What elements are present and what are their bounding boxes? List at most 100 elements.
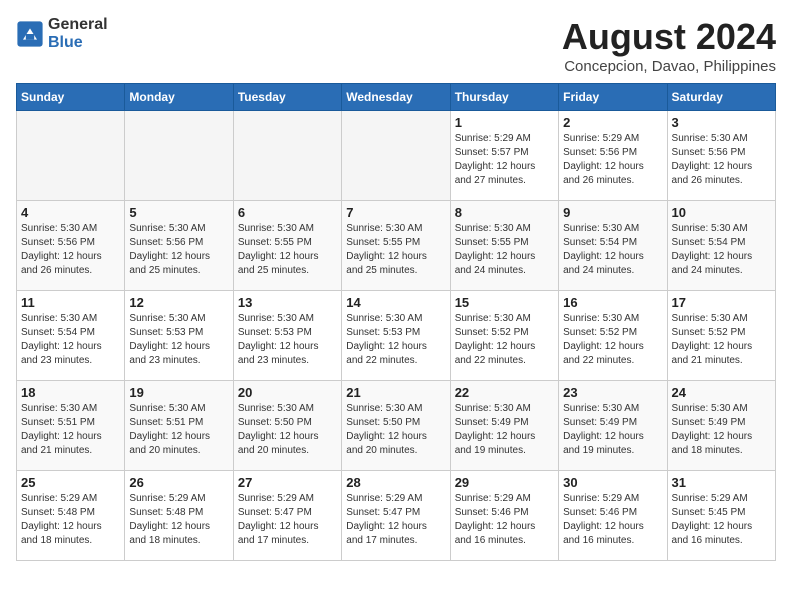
calendar-cell [342,111,450,201]
calendar-cell: 26 Sunrise: 5:29 AM Sunset: 5:48 PM Dayli… [125,471,233,561]
day-number: 11 [21,295,120,310]
header-row: SundayMondayTuesdayWednesdayThursdayFrid… [17,84,776,111]
day-number: 31 [672,475,771,490]
calendar-cell: 4 Sunrise: 5:30 AM Sunset: 5:56 PM Daylig… [17,201,125,291]
calendar-cell: 20 Sunrise: 5:30 AM Sunset: 5:50 PM Dayli… [233,381,341,471]
day-number: 28 [346,475,445,490]
day-number: 7 [346,205,445,220]
calendar-cell: 17 Sunrise: 5:30 AM Sunset: 5:52 PM Dayli… [667,291,775,381]
day-info: Sunrise: 5:30 AM Sunset: 5:51 PM Dayligh… [129,402,228,458]
calendar-cell: 1Sunrise: 5:29 AM Sunset: 5:57 PM Daylig… [450,111,558,201]
day-info: Sunrise: 5:29 AM Sunset: 5:46 PM Dayligh… [455,492,554,548]
calendar-cell: 24Sunrise: 5:30 AM Sunset: 5:49 PM Dayli… [667,381,775,471]
day-info: Sunrise: 5:30 AM Sunset: 5:52 PM Dayligh… [672,312,771,368]
calendar-cell: 3 Sunrise: 5:30 AM Sunset: 5:56 PM Daylig… [667,111,775,201]
calendar-cell: 14Sunrise: 5:30 AM Sunset: 5:53 PM Dayli… [342,291,450,381]
day-number: 20 [238,385,337,400]
calendar-cell [17,111,125,201]
day-info: Sunrise: 5:30 AM Sunset: 5:56 PM Dayligh… [129,222,228,278]
calendar-cell: 7 Sunrise: 5:30 AM Sunset: 5:55 PM Daylig… [342,201,450,291]
logo-blue: Blue [48,34,83,51]
day-number: 25 [21,475,120,490]
day-info: Sunrise: 5:30 AM Sunset: 5:53 PM Dayligh… [238,312,337,368]
day-info: Sunrise: 5:29 AM Sunset: 5:47 PM Dayligh… [346,492,445,548]
day-info: Sunrise: 5:30 AM Sunset: 5:56 PM Dayligh… [21,222,120,278]
calendar-cell [233,111,341,201]
day-number: 18 [21,385,120,400]
day-number: 9 [563,205,662,220]
day-info: Sunrise: 5:30 AM Sunset: 5:50 PM Dayligh… [238,402,337,458]
day-number: 12 [129,295,228,310]
day-info: Sunrise: 5:30 AM Sunset: 5:54 PM Dayligh… [21,312,120,368]
day-number: 21 [346,385,445,400]
day-number: 4 [21,205,120,220]
calendar-week: 1Sunrise: 5:29 AM Sunset: 5:57 PM Daylig… [17,111,776,201]
calendar-week: 4 Sunrise: 5:30 AM Sunset: 5:56 PM Daylig… [17,201,776,291]
calendar-cell: 9 Sunrise: 5:30 AM Sunset: 5:54 PM Daylig… [559,201,667,291]
calendar-cell: 25 Sunrise: 5:29 AM Sunset: 5:48 PM Dayli… [17,471,125,561]
day-number: 17 [672,295,771,310]
day-info: Sunrise: 5:30 AM Sunset: 5:51 PM Dayligh… [21,402,120,458]
calendar-cell [125,111,233,201]
weekday-header: Friday [559,84,667,111]
calendar-cell: 5Sunrise: 5:30 AM Sunset: 5:56 PM Daylig… [125,201,233,291]
day-info: Sunrise: 5:30 AM Sunset: 5:55 PM Dayligh… [455,222,554,278]
calendar-cell: 27Sunrise: 5:29 AM Sunset: 5:47 PM Dayli… [233,471,341,561]
calendar-cell: 15Sunrise: 5:30 AM Sunset: 5:52 PM Dayli… [450,291,558,381]
calendar-cell: 28 Sunrise: 5:29 AM Sunset: 5:47 PM Dayli… [342,471,450,561]
day-number: 22 [455,385,554,400]
day-info: Sunrise: 5:30 AM Sunset: 5:49 PM Dayligh… [563,402,662,458]
calendar-cell: 29 Sunrise: 5:29 AM Sunset: 5:46 PM Dayli… [450,471,558,561]
day-number: 13 [238,295,337,310]
calendar-cell: 16 Sunrise: 5:30 AM Sunset: 5:52 PM Dayli… [559,291,667,381]
logo-icon [16,20,44,48]
logo: General Blue [16,16,108,52]
day-info: Sunrise: 5:29 AM Sunset: 5:46 PM Dayligh… [563,492,662,548]
calendar-cell: 30Sunrise: 5:29 AM Sunset: 5:46 PM Dayli… [559,471,667,561]
day-number: 29 [455,475,554,490]
calendar-cell: 12 Sunrise: 5:30 AM Sunset: 5:53 PM Dayli… [125,291,233,381]
day-info: Sunrise: 5:30 AM Sunset: 5:55 PM Dayligh… [346,222,445,278]
day-number: 10 [672,205,771,220]
calendar-cell: 13 Sunrise: 5:30 AM Sunset: 5:53 PM Dayli… [233,291,341,381]
month-title: August 2024 [562,16,776,58]
day-number: 3 [672,115,771,130]
day-number: 2 [563,115,662,130]
calendar-week: 25 Sunrise: 5:29 AM Sunset: 5:48 PM Dayli… [17,471,776,561]
day-info: Sunrise: 5:30 AM Sunset: 5:50 PM Dayligh… [346,402,445,458]
day-info: Sunrise: 5:30 AM Sunset: 5:55 PM Dayligh… [238,222,337,278]
weekday-header: Tuesday [233,84,341,111]
calendar-week: 11 Sunrise: 5:30 AM Sunset: 5:54 PM Dayli… [17,291,776,381]
calendar-body: 1Sunrise: 5:29 AM Sunset: 5:57 PM Daylig… [17,111,776,561]
logo-general: General [48,16,108,33]
calendar-header: SundayMondayTuesdayWednesdayThursdayFrid… [17,84,776,111]
day-info: Sunrise: 5:29 AM Sunset: 5:48 PM Dayligh… [21,492,120,548]
calendar-cell: 8Sunrise: 5:30 AM Sunset: 5:55 PM Daylig… [450,201,558,291]
calendar-cell: 2Sunrise: 5:29 AM Sunset: 5:56 PM Daylig… [559,111,667,201]
day-info: Sunrise: 5:30 AM Sunset: 5:56 PM Dayligh… [672,132,771,188]
title-section: August 2024 Concepcion, Davao, Philippin… [562,16,776,75]
day-number: 16 [563,295,662,310]
day-info: Sunrise: 5:30 AM Sunset: 5:52 PM Dayligh… [563,312,662,368]
calendar-cell: 19 Sunrise: 5:30 AM Sunset: 5:51 PM Dayli… [125,381,233,471]
logo-text: General Blue [48,16,108,52]
calendar-cell: 21 Sunrise: 5:30 AM Sunset: 5:50 PM Dayli… [342,381,450,471]
calendar-cell: 23 Sunrise: 5:30 AM Sunset: 5:49 PM Dayli… [559,381,667,471]
day-number: 19 [129,385,228,400]
day-info: Sunrise: 5:29 AM Sunset: 5:57 PM Dayligh… [455,132,554,188]
day-info: Sunrise: 5:29 AM Sunset: 5:47 PM Dayligh… [238,492,337,548]
day-number: 23 [563,385,662,400]
day-number: 15 [455,295,554,310]
weekday-header: Wednesday [342,84,450,111]
day-info: Sunrise: 5:30 AM Sunset: 5:53 PM Dayligh… [129,312,228,368]
weekday-header: Thursday [450,84,558,111]
day-number: 26 [129,475,228,490]
calendar-cell: 31Sunrise: 5:29 AM Sunset: 5:45 PM Dayli… [667,471,775,561]
day-info: Sunrise: 5:30 AM Sunset: 5:53 PM Dayligh… [346,312,445,368]
day-info: Sunrise: 5:29 AM Sunset: 5:48 PM Dayligh… [129,492,228,548]
page-header: General Blue August 2024 Concepcion, Dav… [16,16,776,75]
weekday-header: Monday [125,84,233,111]
calendar-cell: 18 Sunrise: 5:30 AM Sunset: 5:51 PM Dayli… [17,381,125,471]
day-info: Sunrise: 5:30 AM Sunset: 5:54 PM Dayligh… [563,222,662,278]
calendar-cell: 10Sunrise: 5:30 AM Sunset: 5:54 PM Dayli… [667,201,775,291]
